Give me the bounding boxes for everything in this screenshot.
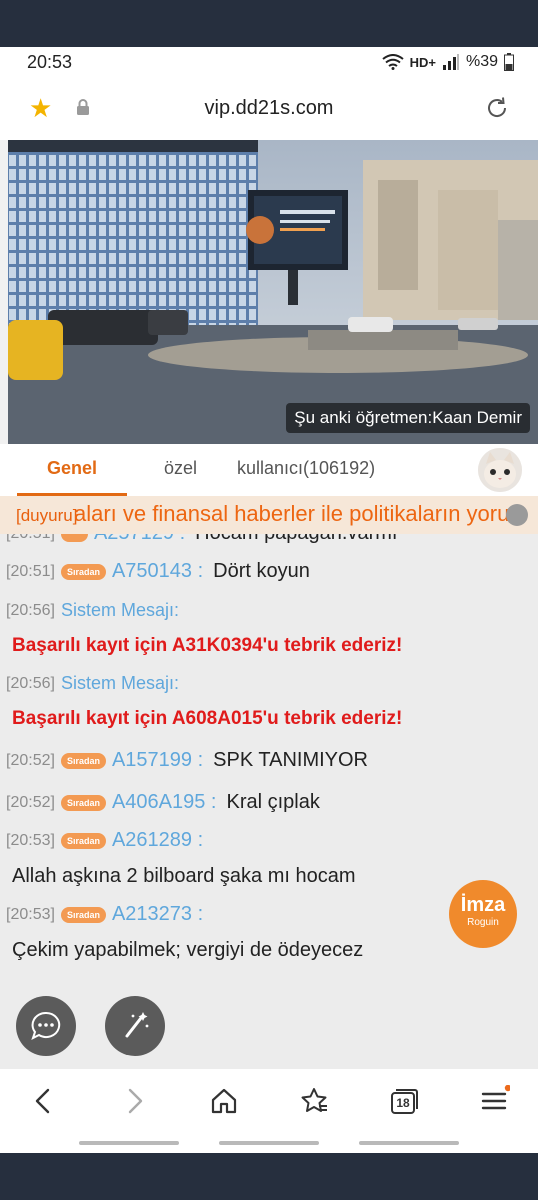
network-type: HD+ (409, 54, 436, 70)
message-text: Allah aşkına 2 bilboard şaka mı hocam (12, 865, 356, 887)
chat-row: [20:51] Sıradan A750143 : Dört koyun (0, 560, 538, 583)
user-level-badge: Sıradan (60, 752, 106, 769)
message-text: Kral çıplak (226, 791, 320, 813)
battery-percent: %39 (465, 53, 498, 70)
user-level-badge: Sıradan (60, 832, 106, 849)
system-message-header: [20:56] Sistem Mesajı: (0, 673, 538, 694)
tabs-icon[interactable]: 18 (388, 1085, 420, 1117)
announcement-text: aları ve finansal haberler ile politikal… (74, 501, 528, 526)
message-time: [20:53] (6, 831, 55, 849)
forward-icon[interactable] (118, 1085, 150, 1117)
magic-wand-button[interactable] (105, 996, 165, 1056)
tab-genel[interactable]: Genel (47, 458, 97, 479)
announcement-marquee: [duyuru] aları ve finansal haberler ile … (0, 496, 538, 534)
message-text: Hocam papağan.varmı (195, 534, 397, 545)
announcement-close-icon[interactable] (506, 504, 528, 526)
chat-row: [20:52] Sıradan A157199 : SPK TANIMIYOR (0, 749, 538, 772)
status-icons: HD+ %39 (381, 53, 514, 71)
chat-row: [20:52] Sıradan A406A195 : Kral çıplak (0, 791, 538, 814)
url-text[interactable]: vip.dd21s.com (0, 97, 538, 120)
video-frame-image (8, 140, 538, 444)
message-user[interactable]: A261289 : (112, 829, 203, 852)
cat-avatar-icon (478, 448, 522, 492)
reload-icon[interactable] (484, 95, 510, 121)
chat-tabs: Genel özel kullanıcı(106192) (0, 444, 538, 496)
system-message-text: Başarılı kayıt için A608A015'u tebrik ed… (12, 708, 403, 729)
back-icon[interactable] (28, 1085, 60, 1117)
top-band (0, 0, 538, 47)
user-level-badge (60, 534, 88, 542)
bottom-band (0, 1153, 538, 1200)
message-user[interactable]: A257129 : (94, 534, 185, 545)
message-user[interactable]: A157199 : (112, 749, 203, 772)
message-text: Dört koyun (213, 560, 310, 582)
user-level-badge: Sıradan (60, 563, 106, 580)
announcement-tag: [duyuru] (16, 506, 78, 525)
chat-row-partial: [20:51] A257129 : Hocam papağan.varmı (0, 534, 538, 545)
tab-kullanici[interactable]: kullanıcı(106192) (237, 458, 375, 479)
system-sender: Sistem Mesajı: (60, 673, 179, 693)
imza-title: İmza (460, 894, 506, 916)
chat-messages[interactable]: [20:51] A257129 : Hocam papağan.varmı [2… (0, 534, 538, 1069)
message-time: [20:56] (6, 674, 55, 692)
status-time: 20:53 (27, 52, 73, 72)
menu-icon[interactable] (478, 1085, 510, 1117)
message-time: [20:56] (6, 601, 55, 619)
message-time: [20:52] (6, 751, 55, 769)
message-text: SPK TANIMIYOR (213, 749, 368, 771)
message-time: [20:51] (6, 562, 55, 580)
current-teacher-caption: Şu anki öğretmen:Kaan Demir (286, 403, 530, 433)
tabs-count: 18 (396, 1096, 410, 1110)
system-message-text: Başarılı kayıt için A31K0394'u tebrik ed… (12, 635, 403, 656)
battery-icon (504, 53, 514, 71)
user-avatar[interactable] (478, 448, 522, 492)
video-player[interactable]: Şu anki öğretmen:Kaan Demir (8, 140, 538, 444)
gesture-bar-left (79, 1141, 179, 1145)
message-time: [20:51] (6, 534, 55, 543)
message-time: [20:52] (6, 793, 55, 811)
chat-bubble-icon (31, 1011, 61, 1040)
tab-ozel[interactable]: özel (164, 458, 197, 479)
imza-subtitle: Roguin (467, 917, 499, 928)
signal-icon (442, 54, 459, 70)
message-text: Çekim yapabilmek; vergiyi de ödeyecez (12, 939, 364, 961)
wifi-icon (381, 54, 404, 70)
message-user[interactable]: A213273 : (112, 903, 203, 926)
message-user[interactable]: A750143 : (112, 560, 203, 583)
chat-compose-button[interactable] (16, 996, 76, 1056)
chat-row: [20:53] Sıradan A261289 : (0, 829, 538, 852)
gesture-bar-right (359, 1141, 459, 1145)
system-sender: Sistem Mesajı: (60, 600, 179, 620)
browser-address-bar: ★ vip.dd21s.com (0, 79, 538, 140)
imza-floating-button[interactable]: İmza Roguin (449, 880, 517, 948)
message-time: [20:53] (6, 905, 55, 923)
user-level-badge: Sıradan (60, 794, 106, 811)
home-icon[interactable] (208, 1085, 240, 1117)
magic-wand-icon (125, 1012, 149, 1038)
user-level-badge: Sıradan (60, 906, 106, 923)
status-bar: 20:53 HD+ %39 (0, 47, 538, 79)
bookmarks-star-icon[interactable] (298, 1085, 330, 1117)
gesture-bar-center (219, 1141, 319, 1145)
system-message-header: [20:56] Sistem Mesajı: (0, 600, 538, 621)
message-user[interactable]: A406A195 : (112, 791, 217, 814)
